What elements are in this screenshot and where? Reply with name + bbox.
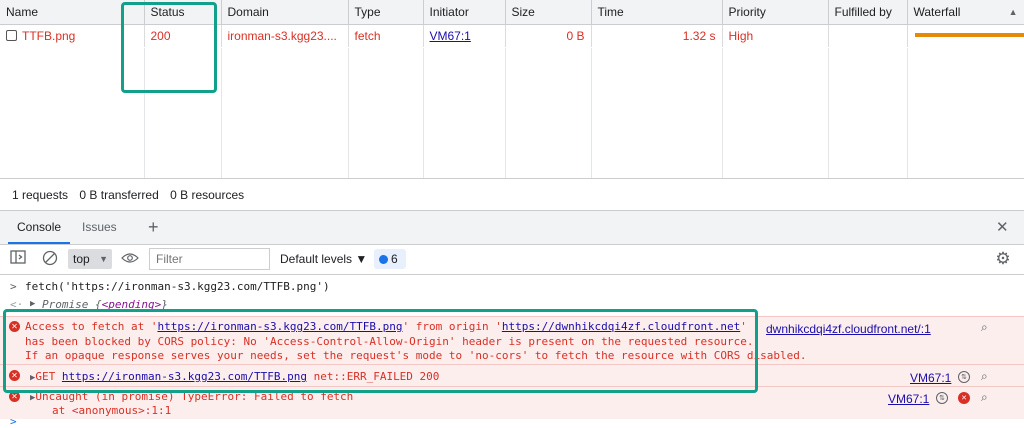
error-badge-icon: ✕ xyxy=(958,392,970,404)
uncaught-source-link[interactable]: VM67:1 xyxy=(888,392,929,406)
request-fulfilled-by xyxy=(828,24,908,47)
waterfall-label: Waterfall xyxy=(913,5,961,19)
tab-issues[interactable]: Issues xyxy=(82,211,117,244)
column-header-priority[interactable]: Priority xyxy=(722,0,829,25)
clear-console-icon[interactable] xyxy=(41,250,59,268)
column-divider xyxy=(591,48,592,178)
summary-resources: 0 B resources xyxy=(170,188,245,202)
cors-source-link[interactable]: dwnhikcdqi4zf.cloudfront.net/:1 xyxy=(766,322,931,336)
network-summary: 1 requests 0 B transferred 0 B resources xyxy=(0,178,1024,210)
search-icon[interactable]: ⌕ xyxy=(981,369,988,384)
summary-transferred: 0 B transferred xyxy=(79,188,159,202)
file-icon xyxy=(6,30,17,41)
badge-count: 6 xyxy=(391,252,398,266)
context-selector[interactable]: top ▼ xyxy=(68,249,112,269)
drawer-tabbar: Console Issues + ✕ xyxy=(0,211,1024,245)
request-time: 1.32 s xyxy=(591,24,723,47)
context-label: top xyxy=(73,252,90,266)
column-header-domain[interactable]: Domain xyxy=(221,0,349,25)
message-icon xyxy=(379,255,388,264)
console-command: fetch('https://ironman-s3.kgg23.com/TTFB… xyxy=(25,280,330,293)
console-input-line: > fetch('https://ironman-s3.kgg23.com/TT… xyxy=(0,280,1024,294)
tab-console[interactable]: Console xyxy=(8,211,70,244)
request-size: 0 B xyxy=(505,24,592,47)
gear-icon[interactable]: ⚙ xyxy=(994,250,1012,268)
add-tab-icon[interactable]: + xyxy=(148,211,159,244)
column-header-fulfilled-by[interactable]: Fulfilled by xyxy=(828,0,908,25)
column-divider xyxy=(907,48,908,178)
request-initiator-link[interactable]: VM67:1 xyxy=(430,29,471,43)
status-column-highlight xyxy=(121,2,217,93)
request-type: fetch xyxy=(348,24,424,47)
log-levels-dropdown[interactable]: Default levels ▼ xyxy=(280,250,367,268)
chevron-down-icon: ▼ xyxy=(99,254,108,264)
errors-highlight xyxy=(3,309,758,393)
column-divider xyxy=(828,48,829,178)
uncaught-error-stack: at <anonymous>:1:1 xyxy=(52,404,172,417)
request-priority: High xyxy=(722,24,829,47)
network-request-icon[interactable]: ⇅ xyxy=(958,371,970,383)
request-name: TTFB.png xyxy=(22,29,76,43)
messages-badge[interactable]: 6 xyxy=(374,249,406,269)
console-toolbar: top ▼ Default levels ▼ 6 ⚙ xyxy=(0,245,1024,275)
column-divider xyxy=(221,48,222,178)
close-drawer-icon[interactable]: ✕ xyxy=(996,211,1009,244)
search-icon[interactable]: ⌕ xyxy=(981,390,988,405)
column-header-type[interactable]: Type xyxy=(348,0,424,25)
get-source-link[interactable]: VM67:1 xyxy=(910,371,951,385)
column-header-initiator[interactable]: Initiator xyxy=(423,0,506,25)
request-initiator-cell: VM67:1 xyxy=(423,24,506,47)
column-divider xyxy=(348,48,349,178)
waterfall-bar xyxy=(915,33,1024,37)
column-header-size[interactable]: Size xyxy=(505,0,592,25)
request-domain: ironman-s3.kgg23.... xyxy=(221,24,349,47)
column-header-time[interactable]: Time xyxy=(591,0,723,25)
sidebar-toggle-icon[interactable] xyxy=(9,250,27,268)
column-divider xyxy=(423,48,424,178)
prompt-chevron-icon: > xyxy=(10,415,17,428)
search-icon[interactable]: ⌕ xyxy=(981,320,988,335)
expand-triangle-icon[interactable]: ▶ xyxy=(30,299,35,309)
eye-icon[interactable] xyxy=(120,250,140,268)
network-request-icon[interactable]: ⇅ xyxy=(936,392,948,404)
console-prompt-line[interactable]: > xyxy=(0,415,1024,428)
column-divider xyxy=(722,48,723,178)
prompt-chevron-icon: > xyxy=(10,280,17,293)
summary-requests: 1 requests xyxy=(12,188,69,202)
column-divider xyxy=(505,48,506,178)
sort-up-icon[interactable]: ▲ xyxy=(1009,7,1018,17)
filter-input[interactable] xyxy=(149,248,270,270)
column-header-waterfall[interactable]: Waterfall ▲ xyxy=(907,0,1024,25)
